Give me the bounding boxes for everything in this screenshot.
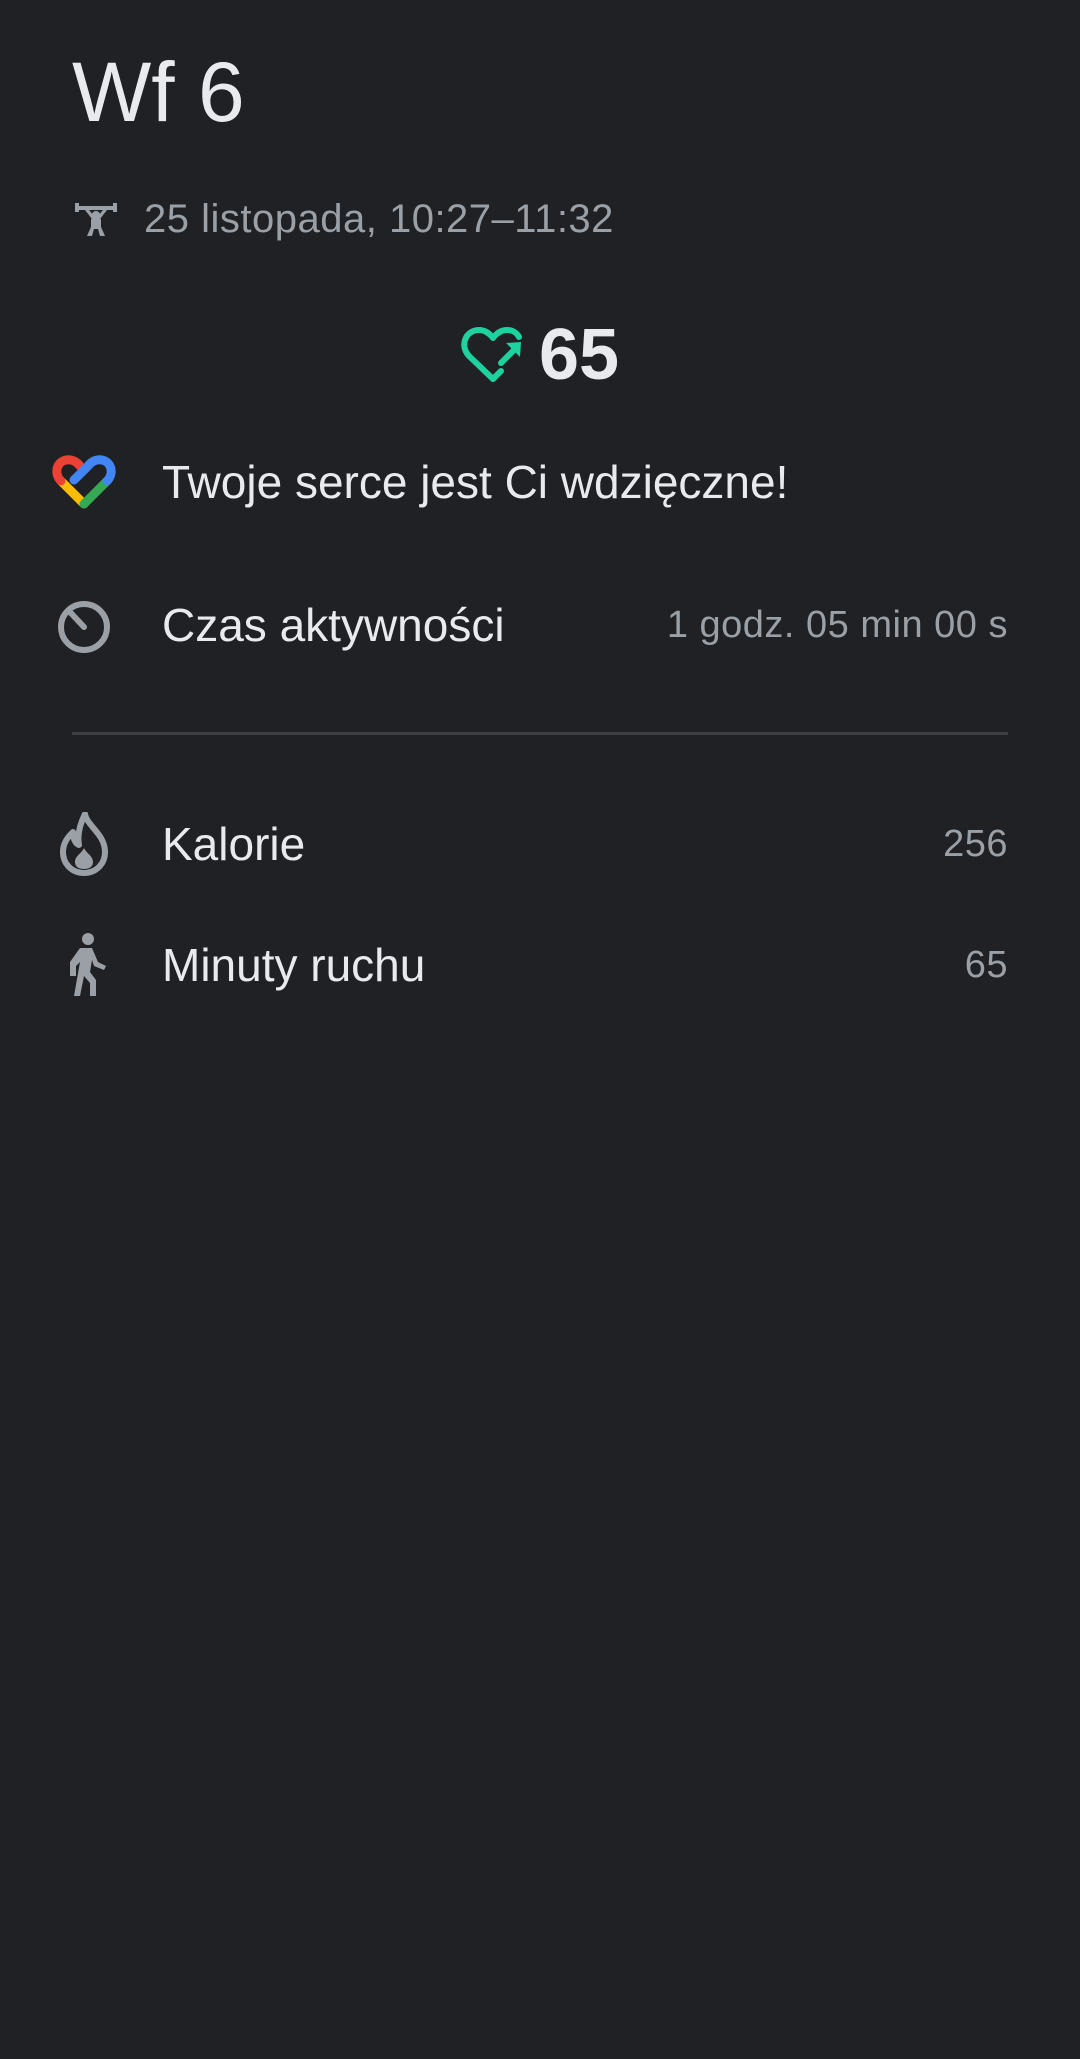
move-minutes-row: Minuty ruchu 65 — [0, 920, 1080, 1010]
active-time-row: Czas aktywności 1 godz. 05 min 00 s — [0, 580, 1080, 670]
timer-icon — [52, 593, 116, 657]
page-title: Wf 6 — [72, 45, 245, 139]
session-subtitle: 25 listopada, 10:27–11:32 — [72, 194, 1008, 244]
calories-label: Kalorie — [162, 818, 306, 870]
active-time-value: 1 godz. 05 min 00 s — [666, 603, 1008, 646]
heart-points-summary: 65 — [0, 310, 1080, 400]
walking-icon — [52, 933, 116, 997]
active-time-label: Czas aktywności — [162, 599, 505, 651]
heart-points-value: 65 — [538, 315, 620, 395]
move-minutes-label: Minuty ruchu — [162, 939, 426, 991]
motivation-message: Twoje serce jest Ci wdzięczne! — [162, 456, 789, 508]
header: Wf 6 25 listopada, 10:27–11:32 — [72, 40, 1008, 244]
google-fit-logo — [52, 450, 116, 514]
heart-points-icon — [461, 323, 525, 387]
weightlifting-icon — [72, 199, 120, 239]
divider — [72, 732, 1008, 735]
session-date-range: 25 listopada, 10:27–11:32 — [144, 196, 614, 241]
calories-row: Kalorie 256 — [0, 799, 1080, 889]
message-row: Twoje serce jest Ci wdzięczne! — [0, 437, 1080, 527]
move-minutes-value: 65 — [964, 943, 1008, 986]
flame-icon — [52, 812, 116, 876]
calories-value: 256 — [943, 822, 1008, 865]
